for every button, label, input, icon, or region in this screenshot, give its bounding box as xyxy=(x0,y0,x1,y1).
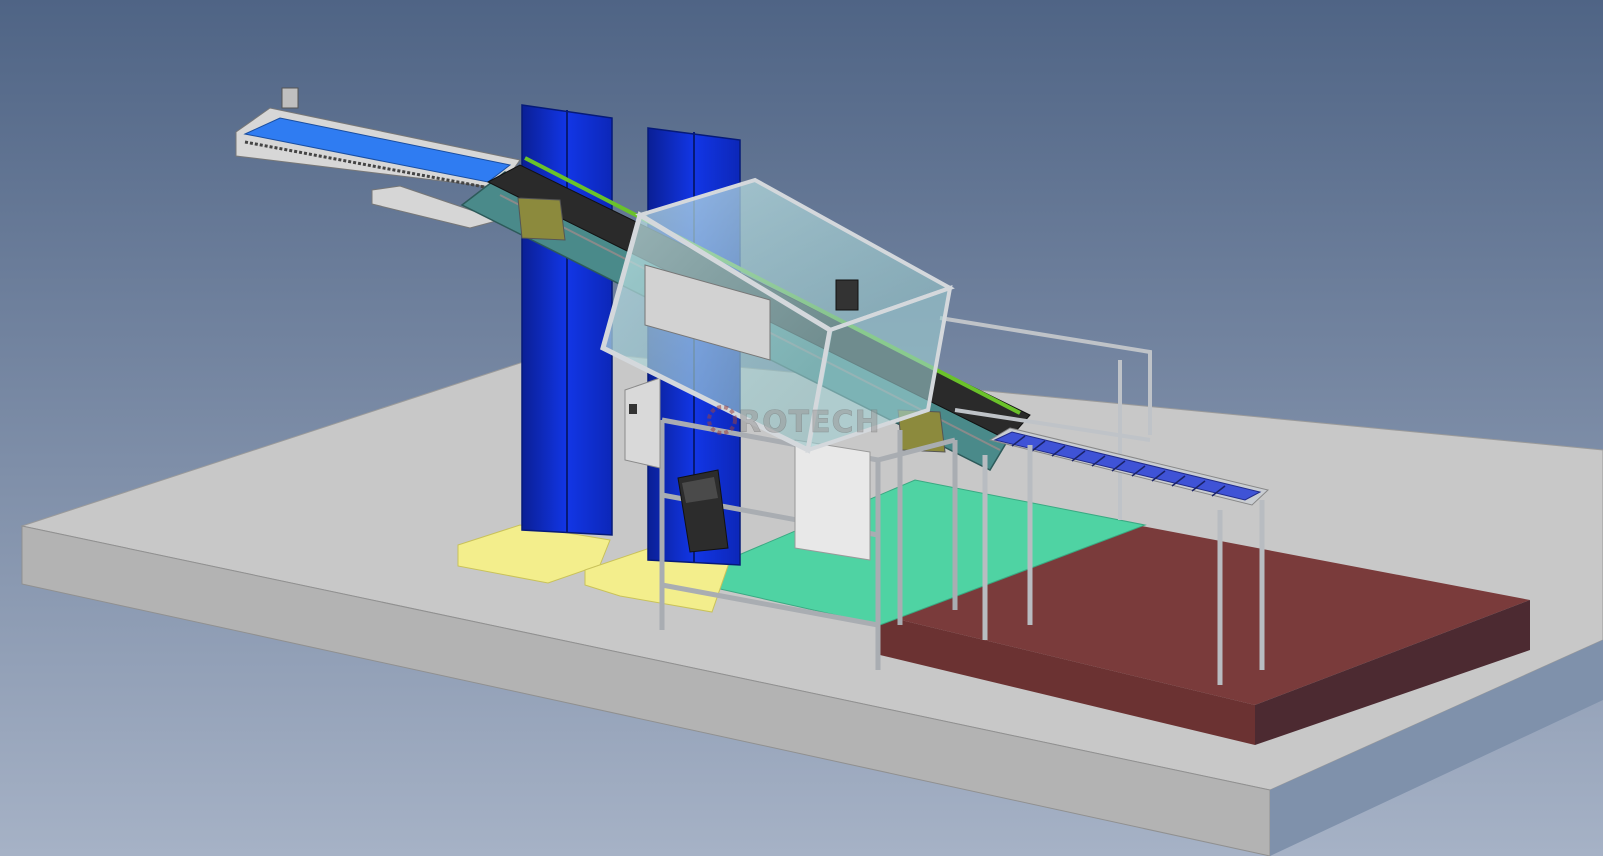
inner-motor xyxy=(835,279,859,311)
watermark-text: ROTECH xyxy=(738,405,881,440)
control-cabinet xyxy=(624,377,661,469)
clamp-block-1 xyxy=(517,197,566,241)
cabinet-switch xyxy=(629,404,637,414)
cabinet-body xyxy=(624,377,661,469)
service-cabinet xyxy=(794,439,871,561)
cad-scene: ROTECH xyxy=(0,0,1603,856)
infeed-sensor-mount xyxy=(281,87,299,109)
